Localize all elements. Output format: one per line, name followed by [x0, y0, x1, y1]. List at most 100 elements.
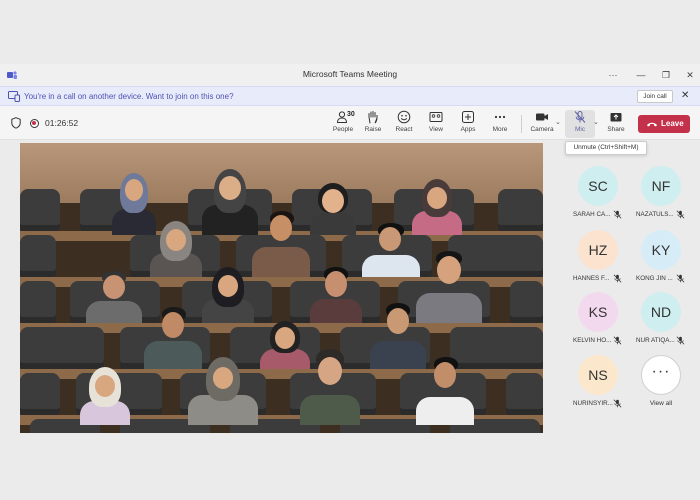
participant-name: KELVIN HO...	[573, 337, 612, 344]
avatar: KS	[578, 292, 618, 332]
mic-muted-icon	[613, 399, 622, 408]
participant-tile[interactable]: NF NAZATULS...	[633, 166, 689, 219]
mic-muted-icon	[613, 274, 622, 283]
auditorium-seat	[20, 327, 104, 369]
participant-tile[interactable]: HZ HANNES F...	[570, 230, 626, 283]
participant-video[interactable]	[80, 367, 130, 425]
join-call-button[interactable]: Join call	[637, 90, 673, 103]
view-button[interactable]: View	[421, 110, 451, 138]
auditorium-seat	[20, 373, 60, 415]
participant-name: KONG JIN ...	[636, 275, 673, 282]
participant-name: SARAH CA...	[573, 211, 611, 218]
toolbar-divider	[521, 115, 522, 133]
more-button[interactable]: More	[485, 110, 515, 138]
raise-hand-icon	[368, 111, 378, 124]
avatar: HZ	[578, 230, 618, 270]
people-button[interactable]: 30 People	[328, 110, 358, 138]
camera-button[interactable]: Camera	[527, 110, 557, 138]
mic-options-chevron-icon[interactable]: ⌄	[593, 118, 599, 126]
together-mode-video	[20, 143, 543, 433]
more-label: More	[492, 126, 508, 133]
participant-tile[interactable]: NS NURINSYIR...	[570, 355, 626, 408]
recording-icon	[30, 119, 39, 128]
participant-video[interactable]	[202, 167, 258, 235]
participant-video[interactable]	[150, 221, 202, 277]
more-options-icon[interactable]: ···	[602, 67, 624, 83]
mic-muted-icon	[676, 336, 685, 345]
avatar: SC	[578, 166, 618, 206]
smiley-icon	[397, 110, 411, 124]
raise-label: Raise	[364, 126, 382, 133]
restore-icon[interactable]: ❐	[655, 67, 677, 83]
hang-up-icon	[647, 122, 657, 127]
mic-muted-icon	[676, 210, 685, 219]
participant-video[interactable]	[252, 211, 310, 277]
avatar: NS	[578, 355, 618, 395]
view-label: View	[429, 126, 443, 133]
minimize-icon[interactable]: —	[630, 67, 652, 83]
participant-video[interactable]	[188, 357, 258, 425]
react-label: React	[395, 126, 413, 133]
participant-video[interactable]	[86, 271, 142, 323]
shield-icon[interactable]	[11, 117, 21, 129]
camera-options-chevron-icon[interactable]: ⌄	[555, 118, 561, 126]
camera-icon	[536, 113, 548, 121]
participant-tile[interactable]: SC SARAH CA...	[570, 166, 626, 219]
auditorium-seat	[20, 189, 60, 231]
share-label: Share	[607, 126, 625, 133]
view-all-button[interactable]: ··· View all	[633, 355, 689, 407]
people-label: People	[332, 126, 354, 133]
view-grid-icon	[429, 112, 443, 122]
add-apps-icon	[462, 111, 474, 123]
mic-muted-icon	[613, 210, 622, 219]
apps-label: Apps	[460, 126, 476, 133]
title-bar: Microsoft Teams Meeting ··· — ❐ ✕	[0, 64, 700, 86]
raise-hand-button[interactable]: Raise	[358, 110, 388, 138]
mic-button[interactable]: Mic	[565, 110, 595, 138]
react-button[interactable]: React	[389, 110, 419, 138]
participant-video[interactable]	[310, 267, 362, 323]
auditorium-seat	[498, 189, 543, 231]
mic-label: Mic	[574, 126, 586, 133]
participant-name: NUR ATIQA...	[636, 337, 675, 344]
participant-name: HANNES F...	[573, 275, 610, 282]
auditorium-seat	[20, 235, 56, 277]
unmute-tooltip: Unmute (Ctrl+Shift+M)	[565, 141, 647, 155]
people-count: 30	[347, 111, 355, 118]
avatar: ND	[641, 292, 681, 332]
auditorium-seat	[20, 281, 56, 323]
participant-tile[interactable]: KY KONG JIN ...	[633, 230, 689, 283]
view-all-dots-icon: ···	[641, 355, 681, 395]
participant-tile[interactable]: ND NUR ATIQA...	[633, 292, 689, 345]
camera-label: Camera	[530, 126, 554, 133]
mic-muted-icon	[676, 274, 685, 283]
mic-muted-icon	[574, 111, 586, 123]
avatar: KY	[641, 230, 681, 270]
share-icon	[610, 113, 622, 122]
auditorium-seat	[510, 281, 543, 323]
participant-video[interactable]	[310, 183, 356, 235]
close-banner-icon[interactable]: ✕	[681, 90, 689, 101]
view-all-label: View all	[649, 400, 673, 407]
leave-button[interactable]: Leave	[638, 115, 690, 133]
meeting-toolbar: 01:26:52 30 People Raise React View Apps…	[0, 106, 700, 140]
leave-label: Leave	[661, 119, 684, 128]
apps-button[interactable]: Apps	[453, 110, 483, 138]
window-title: Microsoft Teams Meeting	[302, 69, 398, 79]
participant-name: NURINSYIR...	[573, 400, 613, 407]
participant-video[interactable]	[300, 349, 360, 425]
participant-tile[interactable]: KS KELVIN HO...	[570, 292, 626, 345]
participant-video[interactable]	[202, 267, 254, 323]
mic-muted-icon	[613, 336, 622, 345]
close-window-icon[interactable]: ✕	[679, 67, 700, 83]
avatar: NF	[641, 166, 681, 206]
other-device-banner: You're in a call on another device. Want…	[0, 86, 700, 106]
participant-video[interactable]	[416, 357, 474, 425]
auditorium-seat	[506, 373, 543, 415]
share-button[interactable]: Share	[601, 110, 631, 138]
participant-video[interactable]	[362, 223, 420, 277]
banner-message: You're in a call on another device. Want…	[24, 92, 234, 101]
participant-name: NAZATULS...	[636, 211, 674, 218]
more-dots-icon	[494, 115, 506, 119]
meeting-timer: 01:26:52	[45, 118, 79, 128]
